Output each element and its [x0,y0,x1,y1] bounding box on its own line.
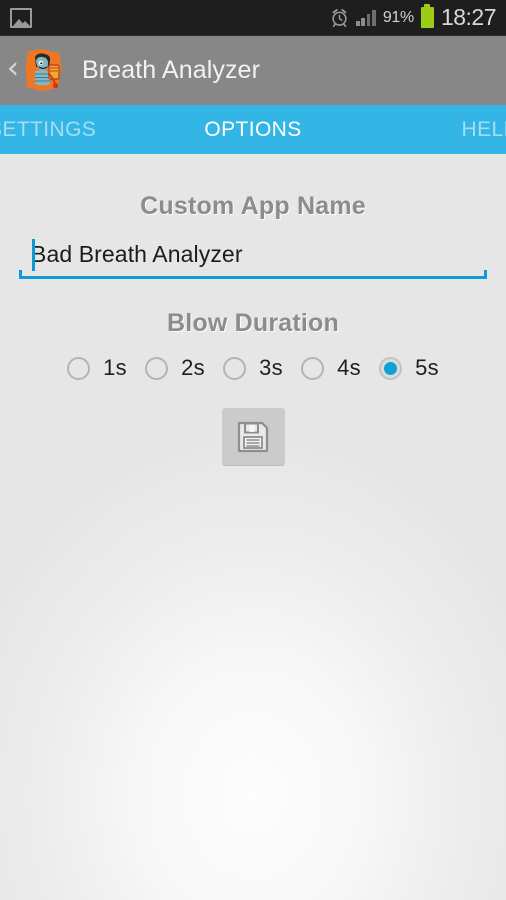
radio-circle-1s[interactable] [67,356,91,380]
radio-label-1s: 1s [103,355,127,380]
phone-screen: 91% 18:27 ‹ Breath Analyzer ETTINGS OPTI… [0,0,506,900]
tab-options[interactable]: OPTIONS [165,118,342,142]
save-button-row [0,408,506,466]
app-logo-icon[interactable] [22,47,66,94]
radio-circle-2s[interactable] [145,356,169,380]
alarm-clock-icon [330,8,349,27]
radio-circle-3s[interactable] [223,356,247,380]
tab-bar: SETTINGS OPTIONS HELP [0,105,506,154]
radio-circle-4s[interactable] [301,356,325,380]
battery-icon [420,4,434,28]
status-bar-clock: 18:27 [440,3,497,30]
input-underline [19,270,487,279]
radio-label-3s: 3s [259,355,283,380]
tab-help[interactable]: HELP [341,118,506,142]
status-bar: 91% 18:27 [0,0,506,36]
app-title: Breath Analyzer [82,56,260,84]
photo-icon [10,7,32,28]
radio-option-3s[interactable]: 3s [223,355,301,381]
radio-circle-5s[interactable] [379,356,403,380]
radio-option-4s[interactable]: 4s [301,355,379,381]
text-caret [32,239,35,271]
radio-label-2s: 2s [181,355,205,380]
back-chevron-icon[interactable]: ‹ [4,53,22,88]
custom-app-name-field-wrapper[interactable]: Bad Breath Analyzer [19,237,487,279]
blow-duration-label: Blow Duration [166,309,340,337]
radio-option-1s[interactable]: 1s [67,355,145,381]
radio-option-2s[interactable]: 2s [145,355,223,381]
status-bar-right: 91% 18:27 [330,3,498,30]
battery-percent-label: 91% [382,8,414,26]
radio-label-4s: 4s [337,355,361,380]
floppy-disk-save-icon [236,420,270,454]
tab-settings[interactable]: SETTINGS [0,118,165,142]
radio-option-5s[interactable]: 5s [379,355,439,381]
action-bar: ‹ Breath Analyzer [0,36,506,105]
custom-app-name-label: Custom App Name [140,192,366,220]
save-button[interactable] [221,408,285,466]
radio-label-5s: 5s [415,355,439,380]
status-bar-left [10,7,32,28]
custom-app-name-input[interactable]: Bad Breath Analyzer [19,237,487,271]
signal-bars-icon [355,9,376,26]
options-content-panel: Custom App Name Bad Breath Analyzer Blow… [0,154,506,900]
blow-duration-radio-group: 1s 2s 3s 4s 5s [0,355,506,381]
